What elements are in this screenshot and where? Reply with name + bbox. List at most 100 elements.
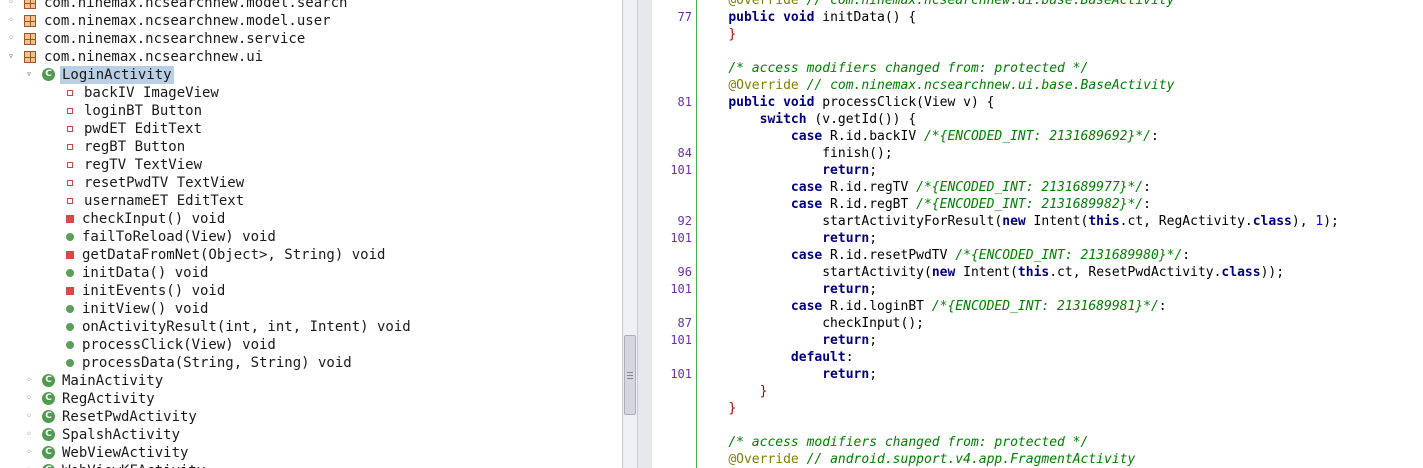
expand-toggle-icon[interactable]: ◦ xyxy=(5,0,17,12)
code-line[interactable]: case R.id.loginBT /*{ENCODED_INT: 213168… xyxy=(697,298,1167,315)
tree-item[interactable]: usernameET EditText xyxy=(0,192,622,210)
tree-item-label: com.ninemax.ncsearchnew.ui xyxy=(44,49,264,65)
code-token: /*{ENCODED_INT: 2131689982}*/ xyxy=(916,197,1144,212)
tree-item[interactable]: backIV ImageView xyxy=(0,84,622,102)
tree-scrollbar[interactable] xyxy=(622,0,637,468)
tree-item[interactable]: initView() void xyxy=(0,300,622,318)
tree-item[interactable]: resetPwdTV TextView xyxy=(0,174,622,192)
tree-item[interactable]: ◦ com.ninemax.ncsearchnew.model.search xyxy=(0,0,622,12)
tree-item[interactable]: getDataFromNet(Object>, String) void xyxy=(0,246,622,264)
tree-scrollbar-thumb[interactable] xyxy=(624,335,636,415)
code-line[interactable]: startActivity(new Intent(this.ct, ResetP… xyxy=(697,264,1284,281)
code-line[interactable]: return; xyxy=(697,230,877,247)
tree-item[interactable]: initData() void xyxy=(0,264,622,282)
tree-item[interactable]: ◦ C SpalshActivity xyxy=(0,426,622,444)
tree-item-label: initView() void xyxy=(82,301,209,317)
code-line[interactable]: checkInput(); xyxy=(697,315,924,332)
code-line[interactable]: case R.id.regTV /*{ENCODED_INT: 21316899… xyxy=(697,179,1151,196)
tree-item[interactable]: checkInput() void xyxy=(0,210,622,228)
code-editor[interactable]: @Override // com.ninemax.ncsearchnew.ui.… xyxy=(697,0,1423,468)
code-line[interactable]: } xyxy=(697,400,736,417)
tree-item[interactable]: regTV TextView xyxy=(0,156,622,174)
code-line[interactable]: case R.id.regBT /*{ENCODED_INT: 21316899… xyxy=(697,196,1151,213)
tree-item[interactable]: loginBT Button xyxy=(0,102,622,120)
tree-item[interactable]: initEvents() void xyxy=(0,282,622,300)
code-token: case xyxy=(790,248,823,263)
code-line[interactable]: @Override // com.ninemax.ncsearchnew.ui.… xyxy=(697,77,1174,94)
tree-item-label: loginBT Button xyxy=(84,103,203,119)
code-line[interactable]: case R.id.backIV /*{ENCODED_INT: 2131689… xyxy=(697,128,1159,145)
code-line[interactable]: /* access modifiers changed from: protec… xyxy=(697,434,1088,451)
tree-item[interactable]: ◦ com.ninemax.ncsearchnew.service xyxy=(0,30,622,48)
tree-item[interactable]: onActivityResult(int, int, Intent) void xyxy=(0,318,622,336)
tree-item-label: ResetPwdActivity xyxy=(62,409,197,425)
code-line[interactable]: @Override // com.ninemax.ncsearchnew.ui.… xyxy=(697,0,1174,9)
line-number: 101 xyxy=(670,163,692,177)
code-line[interactable]: startActivityForResult(new Intent(this.c… xyxy=(697,213,1339,230)
class-icon: C xyxy=(42,464,55,468)
tree-item[interactable]: ◦ C ResetPwdActivity xyxy=(0,408,622,426)
expand-toggle-icon[interactable]: ◦ xyxy=(23,426,35,444)
code-token: /* access modifiers changed from: protec… xyxy=(728,435,1089,450)
code-token: startActivityForResult( xyxy=(697,214,1003,229)
code-line[interactable]: /* access modifiers changed from: protec… xyxy=(697,60,1088,77)
code-token: /*{ENCODED_INT: 2131689980}*/ xyxy=(955,248,1183,263)
public-method-icon xyxy=(66,341,74,349)
tree-item[interactable]: processClick(View) void xyxy=(0,336,622,354)
code-line[interactable]: finish(); xyxy=(697,145,892,162)
expand-toggle-icon[interactable]: ◦ xyxy=(23,390,35,408)
code-token: ; xyxy=(869,282,878,297)
collapse-toggle-icon[interactable]: ▿ xyxy=(23,66,35,84)
code-line[interactable]: return; xyxy=(697,332,877,349)
tree-item[interactable]: ◦ C MainActivity xyxy=(0,372,622,390)
code-token: return xyxy=(822,367,870,382)
code-token: public xyxy=(728,95,776,110)
tree-item[interactable]: regBT Button xyxy=(0,138,622,156)
code-line[interactable]: } xyxy=(697,26,736,43)
code-line[interactable]: return; xyxy=(697,162,877,179)
tree-item[interactable]: failToReload(View) void xyxy=(0,228,622,246)
line-number: 96 xyxy=(677,265,692,279)
code-token: : xyxy=(1158,299,1167,314)
class-icon: C xyxy=(42,374,55,387)
package-icon xyxy=(24,33,36,45)
tree-item[interactable]: pwdET EditText xyxy=(0,120,622,138)
tree-item[interactable]: ▿ C LoginActivity xyxy=(0,66,622,84)
expand-toggle-icon[interactable]: ◦ xyxy=(5,12,17,30)
code-line[interactable]: switch (v.getId()) { xyxy=(697,111,917,128)
code-line[interactable]: } xyxy=(697,383,768,400)
public-method-icon xyxy=(66,305,74,313)
code-token: return xyxy=(822,231,870,246)
collapse-toggle-icon[interactable]: ▿ xyxy=(5,48,17,66)
tree-item[interactable]: ◦ C WebViewActivity xyxy=(0,444,622,462)
code-token: .ct, ResetPwdActivity. xyxy=(1049,265,1222,280)
tree-item[interactable]: ◦ C WebViewKFActivity xyxy=(0,462,622,468)
tree-item-label: WebViewActivity xyxy=(62,445,189,461)
line-number: 101 xyxy=(670,333,692,347)
expand-toggle-icon[interactable]: ◦ xyxy=(23,462,35,468)
tree-item[interactable]: ◦ com.ninemax.ncsearchnew.model.user xyxy=(0,12,622,30)
code-token: 1 xyxy=(1315,214,1324,229)
expand-toggle-icon[interactable]: ◦ xyxy=(23,372,35,390)
code-line[interactable]: case R.id.resetPwdTV /*{ENCODED_INT: 213… xyxy=(697,247,1190,264)
expand-toggle-icon[interactable]: ◦ xyxy=(23,408,35,426)
code-line[interactable]: return; xyxy=(697,281,877,298)
panel-splitter[interactable] xyxy=(637,0,653,468)
tree-item[interactable]: ▿ com.ninemax.ncsearchnew.ui xyxy=(0,48,622,66)
code-line[interactable]: public void processClick(View v) { xyxy=(697,94,994,111)
tree-item[interactable]: ◦ C RegActivity xyxy=(0,390,622,408)
project-tree-panel: ◦ com.ninemax.ncsearchnew.model.search ◦ co… xyxy=(0,0,622,468)
expand-toggle-icon[interactable]: ◦ xyxy=(5,30,17,48)
code-line[interactable]: default: xyxy=(697,349,854,366)
class-icon: C xyxy=(42,428,55,441)
code-line[interactable]: public void initData() { xyxy=(697,9,916,26)
tree-item[interactable]: processData(String, String) void xyxy=(0,354,622,372)
expand-toggle-icon[interactable]: ◦ xyxy=(23,444,35,462)
code-line[interactable]: return; xyxy=(697,366,877,383)
code-line[interactable]: @Override // android.support.v4.app.Frag… xyxy=(697,451,1135,468)
